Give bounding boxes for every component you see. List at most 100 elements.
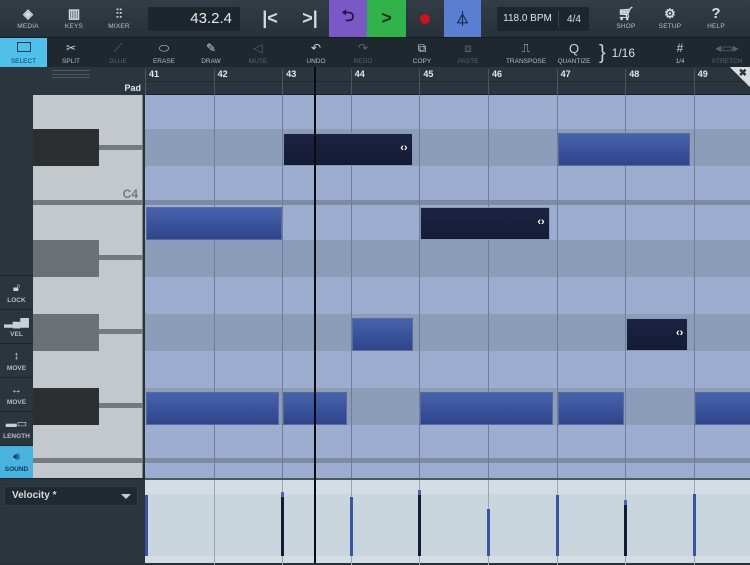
transpose-button[interactable]: ⎍ TRANSPOSE	[503, 38, 549, 68]
midi-note[interactable]	[557, 133, 691, 166]
help-button[interactable]: ? HELP	[698, 0, 734, 37]
loop-button[interactable]: ⮌	[329, 0, 367, 37]
paste-button[interactable]: ⧈ PASTE	[452, 38, 484, 68]
bar-number-41: 41	[145, 69, 159, 95]
bar-line	[213, 480, 215, 565]
velocity-bar[interactable]	[555, 494, 559, 556]
black-key[interactable]	[33, 240, 99, 277]
bar-number-42: 42	[213, 69, 228, 95]
glue-tool[interactable]: ⟋ GLUE	[102, 38, 134, 68]
vel-label: VEL	[10, 330, 23, 338]
record-button[interactable]	[406, 0, 444, 37]
lane-type-dropdown[interactable]: Velocity *	[4, 486, 138, 506]
midi-note[interactable]	[420, 392, 554, 425]
velocity-handle[interactable]	[418, 489, 422, 495]
move-horizontal-button[interactable]: ↔ MOVE	[0, 377, 33, 411]
velocity-bar[interactable]	[692, 493, 696, 556]
tempo-display[interactable]: 118.0 BPM 4/4	[497, 7, 589, 31]
black-key[interactable]	[33, 129, 99, 166]
eraser-icon: ⬭	[158, 40, 170, 55]
loop-icon: ⮌	[341, 8, 355, 25]
resize-handle-icon[interactable]: ‹›	[676, 327, 683, 339]
copy-label: COPY	[412, 57, 432, 65]
select-tool[interactable]: SELECT	[0, 38, 47, 68]
piano-keyboard[interactable]: C4	[33, 95, 143, 478]
velocity-button[interactable]: ▂▄▆ VEL	[0, 309, 33, 343]
transpose-label: TRANSPOSE	[505, 57, 547, 65]
ruler-divider	[145, 81, 750, 82]
metronome-button[interactable]: ⏃	[444, 0, 481, 37]
velocity-lane[interactable]	[145, 478, 750, 565]
mute-speaker-icon: ◁	[253, 40, 263, 55]
midi-note[interactable]	[694, 392, 750, 425]
stretch-icon: ◂▭▸	[715, 40, 739, 55]
media-button[interactable]: ◈ MEDIA	[10, 0, 46, 37]
close-editor-button[interactable]: ✖	[730, 67, 750, 87]
velocity-bar[interactable]	[281, 496, 285, 556]
velocity-bar[interactable]	[349, 497, 353, 556]
gear-icon: ⚙	[664, 6, 676, 21]
quantize-value-selector[interactable]: } 1/16	[594, 38, 640, 68]
resize-handle-icon[interactable]: ‹›	[400, 142, 407, 154]
track-name: Pad	[124, 83, 141, 93]
midi-note[interactable]	[146, 392, 279, 425]
velocity-bar[interactable]	[487, 508, 490, 556]
quantize-icon: Q	[568, 40, 580, 56]
grid-button[interactable]: # 1/4	[664, 38, 696, 68]
grid-octave-line	[145, 200, 750, 205]
draw-label: DRAW	[201, 57, 221, 65]
glue-label: GLUE	[109, 57, 127, 65]
copy-button[interactable]: ⧉ COPY	[406, 38, 438, 68]
velocity-handle[interactable]	[624, 500, 628, 506]
keys-button[interactable]: ▥ KEYS	[56, 0, 92, 37]
midi-note-selected[interactable]: ‹›	[420, 207, 550, 240]
shop-button[interactable]: 🛒︎ SHOP	[608, 0, 644, 37]
sound-button[interactable]: 🔊︎ SOUND	[0, 445, 33, 478]
skip-forward-icon: >|	[302, 8, 318, 28]
velocity-bar[interactable]	[145, 495, 148, 556]
quantize-button[interactable]: Q QUANTIZE	[555, 38, 593, 68]
octave-divider	[33, 458, 143, 463]
erase-tool[interactable]: ⬭ ERASE	[148, 38, 180, 68]
go-to-start-button[interactable]: |<	[253, 0, 287, 37]
black-key[interactable]	[33, 388, 99, 425]
velocity-bar[interactable]	[418, 493, 422, 556]
mute-tool[interactable]: ◁ MUTE	[242, 38, 274, 68]
position-display[interactable]: 43.2.4	[148, 7, 240, 31]
playhead[interactable]	[314, 67, 317, 563]
move-vertical-button[interactable]: ↕ MOVE	[0, 343, 33, 377]
length-button[interactable]: ▬▭ LENGTH	[0, 411, 33, 445]
bar-number-49: 49	[693, 69, 708, 95]
drag-grip-icon[interactable]	[52, 70, 90, 78]
split-tool[interactable]: ✂ SPLIT	[55, 38, 87, 68]
move-horizontal-label: MOVE	[6, 398, 27, 406]
key-divider	[99, 329, 143, 334]
midi-note[interactable]	[351, 318, 413, 351]
metronome-icon: ⏃	[455, 10, 470, 27]
undo-button[interactable]: ↶ UNDO	[300, 38, 332, 68]
go-to-end-button[interactable]: >|	[293, 0, 327, 37]
brace-icon: }	[598, 41, 606, 64]
black-key[interactable]	[33, 314, 99, 351]
midi-note[interactable]	[146, 207, 283, 240]
sound-label: SOUND	[4, 466, 29, 473]
midi-note-selected[interactable]: ‹›	[283, 133, 413, 166]
mixer-button[interactable]: ⫶⫶ MIXER	[101, 0, 137, 37]
speaker-icon: 🔊︎	[13, 451, 20, 463]
velocity-bar[interactable]	[624, 504, 628, 556]
note-grid[interactable]: ‹› ‹› ‹›	[145, 95, 750, 478]
draw-tool[interactable]: ✎ DRAW	[195, 38, 227, 68]
time-signature: 4/4	[567, 13, 581, 25]
mute-label: MUTE	[248, 57, 268, 65]
tempo-value: 118.0 BPM	[497, 11, 559, 27]
setup-button[interactable]: ⚙ SETUP	[652, 0, 688, 37]
midi-note-selected[interactable]: ‹›	[626, 318, 689, 351]
resize-handle-icon[interactable]: ‹›	[537, 216, 544, 228]
velocity-handle[interactable]	[281, 492, 285, 498]
redo-button[interactable]: ↷ REDO	[347, 38, 379, 68]
stretch-tool[interactable]: ◂▭▸ STRETCH	[707, 38, 747, 68]
mixer-label: MIXER	[108, 23, 130, 30]
lock-button[interactable]: 🔓︎ LOCK	[0, 275, 33, 309]
play-button[interactable]: >	[367, 0, 406, 37]
midi-note[interactable]	[557, 392, 624, 425]
